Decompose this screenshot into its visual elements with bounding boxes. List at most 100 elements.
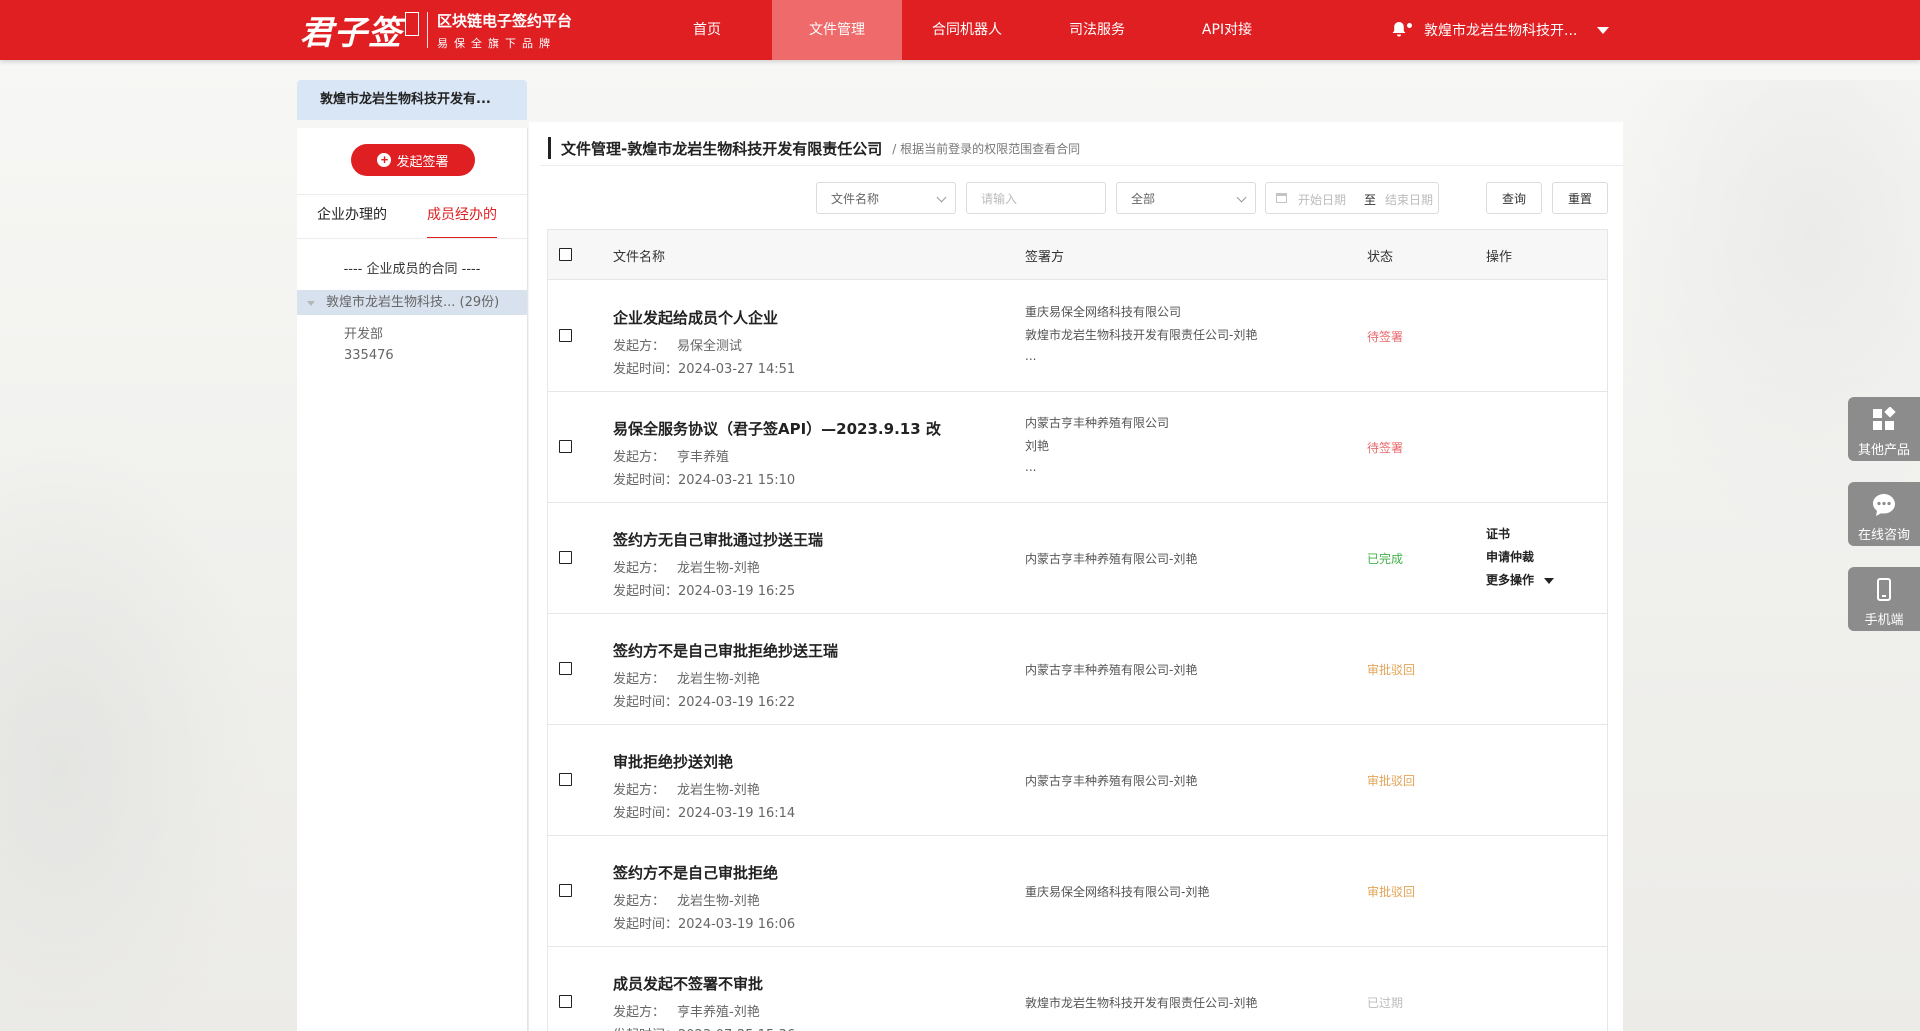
table-row[interactable]: 易保全服务协议（君子签API）—2023.9.13 改发起方： 亨丰养殖 发起时间：… (548, 391, 1607, 503)
float-mobile[interactable]: 手机端 (1848, 567, 1920, 631)
initiator-line: 发起方： 亨丰养殖-刘艳 (613, 1001, 760, 1020)
nav-item-contract-robot[interactable]: 合同机器人 (902, 0, 1032, 60)
tree-node-member[interactable]: 335476 (344, 348, 394, 363)
company-tab[interactable]: 敦煌市龙岩生物科技开发有... (297, 80, 527, 120)
date-end-placeholder[interactable]: 结束日期 (1385, 191, 1433, 208)
user-menu[interactable]: 敦煌市龙岩生物科技开... (1390, 0, 1610, 60)
nav-item-api[interactable]: API对接 (1162, 0, 1292, 60)
row-checkbox[interactable] (559, 995, 572, 1008)
action-label: 申请仲裁 (1486, 550, 1535, 564)
user-name[interactable]: 敦煌市龙岩生物科技开... (1424, 20, 1577, 40)
logo-seal-icon (405, 12, 419, 36)
time-line: 发起时间：2024-03-19 16:14 (613, 802, 795, 821)
initiator-label: 发起方： (613, 339, 666, 354)
top-navigation-bar: 君子签 区块链电子签约平台 易保全旗下品牌 首页 文件管理 合同机器人 司法服务… (0, 0, 1920, 60)
brand-logo[interactable]: 君子签 区块链电子签约平台 易保全旗下品牌 (300, 8, 573, 53)
column-header-status: 状态 (1367, 250, 1394, 265)
time-value: 2024-03-19 16:25 (678, 584, 796, 599)
date-start-placeholder[interactable]: 开始日期 (1298, 191, 1346, 208)
logo-subtitle-main: 区块链电子签约平台 (437, 11, 573, 30)
float-other-products[interactable]: 其他产品 (1848, 397, 1920, 461)
float-label: 在线咨询 (1857, 528, 1910, 543)
table-row[interactable]: 审批拒绝抄送刘艳 发起方： 龙岩生物-刘艳 发起时间：2024-03-19 16:14… (548, 724, 1607, 836)
table-row[interactable]: 签约方不是自己审批拒绝 发起方： 龙岩生物-刘艳发起时间：2024-03-19 16… (548, 835, 1607, 947)
initiator-label: 发起方： (613, 894, 666, 909)
status-select[interactable]: 全部 (1116, 182, 1256, 214)
more-actions-dropdown[interactable]: 更多操作 (1486, 571, 1555, 588)
calendar-icon (1276, 193, 1287, 203)
row-checkbox[interactable] (559, 773, 572, 786)
chevron-down-icon[interactable] (1597, 26, 1610, 34)
initiator-value: 龙岩生物-刘艳 (677, 783, 760, 798)
status-badge: 审批驳回 (1367, 885, 1416, 899)
signer-party: 重庆易保全网络科技有限公司-刘艳 (1025, 885, 1210, 899)
field-select[interactable]: 文件名称 (816, 182, 956, 214)
time-line: 发起时间：2023-07-25 15:36 (613, 1024, 795, 1031)
nav-item-judicial-service[interactable]: 司法服务 (1032, 0, 1162, 60)
table-row[interactable]: 企业发起给成员个人企业 发起方： 易保全测试 发起时间：2024-03-27 14:5… (548, 280, 1607, 392)
keyword-placeholder: 请输入 (981, 191, 1018, 206)
table-header: 文件名称 签署方 状态 操作 (548, 230, 1607, 280)
sidebar: + 发起签署 企业办理的 成员经办的 ---- 企业成员的合同 ---- 敦煌市… (297, 128, 527, 1031)
page-title: 文件管理-敦煌市龙岩生物科技开发有限责任公司 (561, 139, 883, 158)
bell-icon[interactable] (1390, 20, 1412, 40)
page-subtitle: / 根据当前登录的权限范围查看合同 (892, 141, 1081, 156)
file-title[interactable]: 签约方不是自己审批拒绝 (613, 862, 778, 883)
nav-item-file-management[interactable]: 文件管理 (772, 0, 902, 60)
nav-item-home[interactable]: 首页 (642, 0, 772, 60)
initiator-label: 发起方： (613, 1005, 666, 1020)
float-online-consult[interactable]: 在线咨询 (1848, 482, 1920, 546)
tree-node-company[interactable]: 敦煌市龙岩生物科技... (29份) (297, 290, 527, 315)
file-title[interactable]: 成员发起不签署不审批 (613, 973, 763, 994)
apply-arbitration-link[interactable]: 申请仲裁 (1486, 548, 1534, 565)
initiator-value: 龙岩生物-刘艳 (677, 561, 760, 576)
file-title[interactable]: 签约方不是自己审批拒绝抄送王瑞 (613, 640, 838, 661)
start-signing-button[interactable]: + 发起签署 (351, 144, 475, 176)
tab-company-handled[interactable]: 企业办理的 (317, 194, 387, 237)
table-row[interactable]: 签约方无自己审批通过抄送王瑞 发起方： 龙岩生物-刘艳发起时间：2024-03-19… (548, 502, 1607, 614)
column-header-file-name: 文件名称 (613, 250, 666, 265)
status-badge: 已过期 (1367, 996, 1404, 1010)
main-panel-top (529, 122, 1623, 128)
caret-down-icon (1544, 577, 1555, 584)
query-button[interactable]: 查询 (1486, 182, 1542, 214)
tree-node-department[interactable]: 开发部 (344, 323, 383, 342)
time-label: 发起时间： (613, 362, 679, 377)
title-divider (540, 165, 1623, 166)
row-checkbox[interactable] (559, 662, 572, 675)
file-title[interactable]: 易保全服务协议（君子签API）—2023.9.13 改 (613, 418, 941, 439)
file-title[interactable]: 签约方无自己审批通过抄送王瑞 (613, 529, 823, 550)
row-checkbox[interactable] (559, 551, 572, 564)
certificate-link[interactable]: 证书 (1486, 525, 1510, 542)
reset-button[interactable]: 重置 (1552, 182, 1608, 214)
initiator-line: 发起方： 龙岩生物-刘艳 (613, 557, 760, 576)
status-badge: 审批驳回 (1367, 663, 1416, 677)
time-line: 发起时间：2024-03-19 16:06 (613, 913, 795, 932)
background-landscape (0, 380, 300, 1030)
initiator-value: 亨丰养殖 (677, 450, 730, 465)
status-badge: 待签署 (1367, 330, 1404, 344)
date-range-picker[interactable]: 开始日期 至 结束日期 (1265, 182, 1439, 214)
logo-divider (427, 12, 428, 48)
keyword-input[interactable]: 请输入 (966, 182, 1106, 214)
table-row[interactable]: 签约方不是自己审批拒绝抄送王瑞 发起方： 龙岩生物-刘艳 发起时间：2024-03-1… (548, 613, 1607, 725)
select-all-checkbox[interactable] (559, 248, 572, 261)
initiator-line: 发起方： 亨丰养殖 (613, 446, 729, 465)
file-title[interactable]: 企业发起给成员个人企业 (613, 307, 778, 328)
time-line: 发起时间：2024-03-19 16:22 (613, 691, 795, 710)
time-value: 2024-03-19 16:06 (678, 917, 796, 932)
table-row[interactable]: 成员发起不签署不审批发起方： 亨丰养殖-刘艳发起时间：2023-07-25 15:… (548, 946, 1607, 1031)
plus-circle-icon: + (377, 153, 392, 167)
tree-node-label: 敦煌市龙岩生物科技... (29份) (326, 295, 500, 310)
row-checkbox[interactable] (559, 884, 572, 897)
row-checkbox[interactable] (559, 440, 572, 453)
tree-expand-icon[interactable] (307, 301, 315, 306)
tab-member-handled[interactable]: 成员经办的 (427, 194, 497, 239)
signer-party: 敦煌市龙岩生物科技开发有限责任公司-刘艳 (1025, 328, 1258, 342)
row-checkbox[interactable] (559, 329, 572, 342)
time-label: 发起时间： (613, 695, 679, 710)
initiator-line: 发起方： 龙岩生物-刘艳 (613, 890, 760, 909)
file-title[interactable]: 审批拒绝抄送刘艳 (613, 751, 733, 772)
chat-bubble-icon (1871, 492, 1897, 518)
time-line: 发起时间：2024-03-19 16:25 (613, 580, 795, 599)
